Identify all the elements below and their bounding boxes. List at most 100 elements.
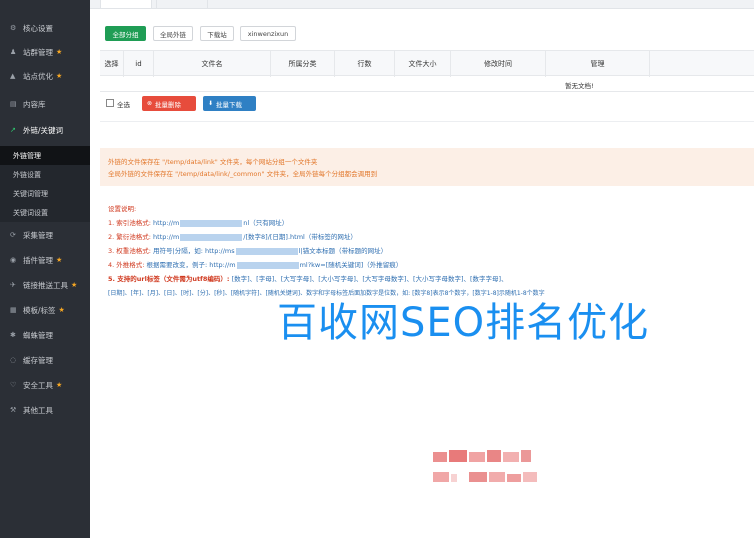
instruction-1-tag: 1. 索引池格式: (108, 219, 151, 227)
bulk-download-label: 批量下载 (216, 100, 243, 109)
sidebar-subitem-1[interactable]: 外链设置 (0, 165, 90, 184)
redaction (180, 219, 243, 227)
sidebar-subitem-0[interactable]: 外链管理 (0, 146, 90, 165)
redaction (235, 247, 298, 255)
instruction-3-text-b: l|锚文本标题（带标题的网址） (298, 247, 388, 255)
pixelated-block (507, 474, 521, 482)
instruction-4-tag: 4. 外推格式: (108, 261, 145, 269)
instruction-2-text-b: /[数字8]/[日期].html（带标签的网址） (243, 233, 357, 241)
sidebar-item-label: 其他工具 (23, 405, 53, 415)
sidebar-item-label: 站点优化 (23, 71, 53, 81)
pixelated-block (469, 472, 487, 482)
bulk-delete-button[interactable]: ⊗ 批量删除 (142, 96, 196, 111)
instruction-line-1: 1. 索引池格式: http://m nl（只有网址） (108, 217, 288, 227)
bulk-download-button[interactable]: ⬇ 批量下载 (203, 96, 256, 111)
sidebar-item-10[interactable]: ◌ 缓存管理 (0, 349, 90, 371)
col-category: 所属分类 (271, 51, 335, 77)
pixelated-block (469, 452, 485, 462)
col-filesize: 文件大小 (395, 51, 451, 77)
col-lines: 行数 (335, 51, 395, 77)
table-empty-row (100, 76, 754, 92)
instruction-5-tag: 5. 支持的url标签（文件需为utf8编码）: (108, 275, 230, 283)
sidebar-item-label: 核心设置 (23, 23, 53, 33)
sidebar-item-1[interactable]: ♟ 站群管理 ★ (0, 41, 90, 63)
sidebar-item-label: 采集管理 (23, 230, 53, 240)
sidebar-item-label: 安全工具 (23, 380, 53, 390)
collect-icon: ⟳ (10, 231, 16, 239)
sidebar-subitem-3[interactable]: 关键词设置 (0, 203, 90, 222)
pixelated-block (451, 474, 457, 482)
filter-download-site-button[interactable]: 下载站 (200, 26, 234, 41)
sidebar-item-label: 内容库 (23, 99, 46, 109)
sidebar-item-3[interactable]: ▤ 内容库 (0, 93, 90, 115)
gear-icon: ⚙ (10, 24, 17, 32)
tab-active[interactable] (100, 0, 152, 9)
tools-icon: ⚒ (10, 406, 17, 414)
star-icon: ★ (56, 256, 63, 264)
instruction-5-text: [数字]、[字母]、[大写字母]、[大小写字母]、[大写字母数字]、[大小写字母… (231, 275, 508, 283)
redaction (236, 261, 299, 269)
filter-global-links-button[interactable]: 全局外链 (153, 26, 193, 41)
sidebar-item-2[interactable]: ▲ 站点优化 ★ (0, 65, 90, 87)
sidebar-item-label: 外链/关键词 (23, 125, 64, 135)
watermark-text: 百收网SEO排名优化 (277, 300, 650, 346)
instruction-line-2: 2. 繁衍池格式: http://m /[数字8]/[日期].html（带标签的网… (108, 231, 357, 241)
sidebar-item-4[interactable]: ↗ 外链/关键词 (0, 119, 90, 141)
sidebar-subitem-2[interactable]: 关键词管理 (0, 184, 90, 203)
sidebar-item-12[interactable]: ⚒ 其他工具 (0, 399, 90, 421)
col-select: 选择 (100, 51, 124, 77)
sidebar-item-0[interactable]: ⚙ 核心设置 (0, 17, 90, 39)
sidebar-item-label: 模板/标签 (23, 305, 56, 315)
pixelated-block (521, 450, 531, 462)
doc-icon: ▤ (10, 100, 17, 108)
sidebar: ⚙ 核心设置 ♟ 站群管理 ★ ▲ 站点优化 ★ ▤ 内容库 ↗ 外链/关键词 ⟳ 采集管理 ◉ 插件管理 ★ ✈… (0, 0, 90, 538)
sidebar-item-label: 蜘蛛管理 (23, 330, 53, 340)
sidebar-item-label: 链接推送工具 (23, 280, 68, 290)
instruction-line-3: 3. 权重池格式: 用符号|分隔，如: http://ms l|锚文本标题（带标题… (108, 245, 387, 255)
sidebar-item-5[interactable]: ⟳ 采集管理 (0, 224, 90, 246)
instruction-1-text-a: http://m (153, 219, 180, 227)
filter-xinwenzixun-button[interactable]: xinwenzixun (240, 26, 296, 41)
sidebar-item-label: 插件管理 (23, 255, 53, 265)
cache-icon: ◌ (10, 356, 17, 364)
filter-all-groups-button[interactable]: 全部分组 (105, 26, 146, 41)
col-filename: 文件名 (154, 51, 271, 77)
pixelated-block (433, 472, 449, 482)
star-icon: ★ (56, 381, 63, 389)
sidebar-item-6[interactable]: ◉ 插件管理 ★ (0, 249, 90, 271)
chart-icon: ▲ (10, 72, 16, 80)
send-icon: ✈ (10, 281, 16, 289)
notice-line-1: 外链的文件保存在 "/temp/data/link" 文件夹，每个网站分组一个文… (108, 158, 318, 166)
pixelated-block (433, 452, 447, 462)
instruction-4-text-a: 根据需要改变，例子: http://m (146, 261, 236, 269)
redaction (180, 233, 243, 241)
instruction-3-text-a: 用符号|分隔，如: http://ms (153, 247, 235, 255)
sidebar-item-label: 站群管理 (23, 47, 53, 57)
select-all-checkbox[interactable] (106, 99, 114, 107)
instruction-2-tag: 2. 繁衍池格式: (108, 233, 151, 241)
shield-icon: ♡ (10, 381, 17, 389)
delete-icon: ⊗ (147, 100, 153, 107)
col-modified-time: 修改时间 (451, 51, 546, 77)
sidebar-item-7[interactable]: ✈ 链接推送工具 ★ (0, 274, 90, 296)
star-icon: ★ (58, 306, 65, 314)
star-icon: ★ (56, 48, 63, 56)
tab-other[interactable] (156, 0, 208, 9)
instructions-title: 设置说明: (108, 205, 137, 213)
sidebar-item-9[interactable]: ✱ 蜘蛛管理 (0, 324, 90, 346)
empty-message: 暂无文档! (565, 82, 594, 90)
sidebar-item-8[interactable]: ▦ 模板/标签 ★ (0, 299, 90, 321)
instruction-line-5: 5. 支持的url标签（文件需为utf8编码）: [数字]、[字母]、[大写字母… (108, 273, 508, 283)
instruction-4-text-b: ml?kw=[随机关键词]（外推留痕） (299, 261, 403, 269)
instruction-3-tag: 3. 权重池格式: (108, 247, 151, 255)
select-all-label: 全选 (117, 101, 130, 109)
notice-line-2: 全局外链的文件保存在 "/temp/data/link/_common" 文件夹… (108, 170, 378, 178)
table-header: 选择 id 文件名 所属分类 行数 文件大小 修改时间 管理 (100, 50, 754, 77)
sidebar-item-label: 缓存管理 (23, 355, 53, 365)
sidebar-item-11[interactable]: ♡ 安全工具 ★ (0, 374, 90, 396)
pixelated-block (503, 452, 519, 462)
pixelated-block (487, 450, 501, 462)
col-manage: 管理 (546, 51, 650, 77)
divider (100, 121, 754, 122)
pixelated-block (489, 472, 505, 482)
